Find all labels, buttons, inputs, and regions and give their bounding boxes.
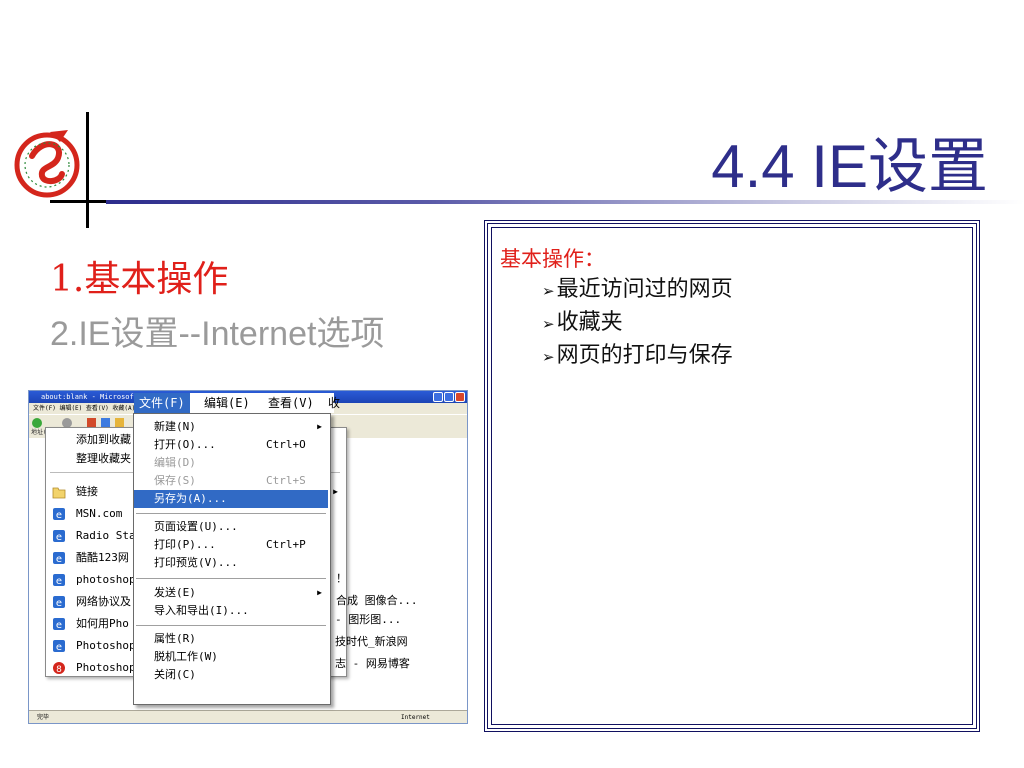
menu-item-send[interactable]: 发送(E) ▶: [134, 584, 328, 602]
ie-page-icon: e: [53, 574, 65, 587]
svg-text:e: e: [56, 576, 62, 587]
slide-title: 4.4 IE设置: [711, 133, 988, 200]
menu-item-close[interactable]: 关闭(C): [134, 666, 328, 684]
bullet-recent-pages: ➢最近访问过的网页: [542, 277, 733, 302]
content-box: 基本操作： ➢最近访问过的网页 ➢收藏夹 ➢网页的打印与保存: [484, 220, 980, 732]
menu-item-properties[interactable]: 属性(R): [134, 630, 328, 648]
header-vertical-rule: [86, 112, 89, 228]
menu-file[interactable]: 文件(F): [134, 393, 190, 413]
svg-text:e: e: [56, 642, 62, 653]
submenu-arrow-icon: ▶: [333, 487, 338, 496]
menu-edit[interactable]: 编辑(E): [204, 393, 250, 413]
favorites-fragment: 合成 图像合...: [336, 594, 418, 607]
ie-status-bar: 完毕 Internet: [29, 710, 467, 723]
ie-page-icon: e: [53, 552, 65, 565]
box-heading: 基本操作：: [500, 247, 605, 271]
menu-item-import-export[interactable]: 导入和导出(I)...: [134, 602, 328, 620]
menu-separator: [136, 513, 326, 514]
ie-page-icon: e: [53, 508, 65, 521]
arrow-bullet-icon: ➢: [542, 315, 555, 333]
submenu-arrow-icon: ▶: [317, 422, 322, 431]
submenu-arrow-icon: ▶: [317, 588, 322, 597]
menu-item-edit: 编辑(D): [154, 456, 196, 469]
menu-separator: [136, 578, 326, 579]
menu-favorites[interactable]: 收: [328, 393, 340, 413]
menu-item-print-preview[interactable]: 打印预览(V)...: [134, 554, 328, 572]
svg-text:8: 8: [56, 665, 62, 675]
outline-item-basic-operations: 1.基本操作: [50, 259, 229, 300]
svg-text:e: e: [56, 554, 62, 565]
favorites-fragment: 志 - 网易博客: [335, 657, 410, 670]
menu-item-print[interactable]: 打印(P)... Ctrl+P: [134, 536, 328, 554]
svg-text:e: e: [56, 598, 62, 609]
menu-view[interactable]: 查看(V): [268, 393, 314, 413]
svg-text:e: e: [56, 532, 62, 543]
bullet-favorites: ➢收藏夹: [542, 310, 623, 335]
outline-item-ie-settings: 2.IE设置--Internet选项: [50, 315, 385, 353]
favorites-fragment: ！: [336, 572, 347, 585]
favorites-fragment: 技时代_新浪网: [335, 635, 408, 648]
logo-icon: [14, 130, 80, 198]
ie-page-icon: e: [53, 640, 65, 653]
netease-blog-icon: 8: [53, 662, 65, 675]
minimize-icon[interactable]: [433, 392, 443, 402]
ie-screenshot: about:blank - Microsoft Inte 文件(F) 编辑(E)…: [28, 390, 468, 724]
header-cross-rule: [50, 200, 106, 203]
menu-item-save: 保存(S) Ctrl+S: [154, 474, 306, 487]
arrow-bullet-icon: ➢: [542, 348, 555, 366]
status-zone: Internet: [401, 714, 430, 721]
arrow-bullet-icon: ➢: [542, 282, 555, 300]
menu-item-new[interactable]: 新建(N) ▶: [134, 418, 328, 436]
menu-separator: [136, 625, 326, 626]
menu-item-save-as[interactable]: 另存为(A)...: [134, 490, 328, 508]
folder-icon: [52, 487, 66, 499]
close-icon[interactable]: [455, 392, 465, 402]
ie-page-icon: e: [53, 530, 65, 543]
menu-item-page-setup[interactable]: 页面设置(U)...: [134, 518, 328, 536]
svg-text:e: e: [56, 510, 62, 521]
status-text: 完毕: [37, 714, 50, 721]
menu-item-work-offline[interactable]: 脱机工作(W): [134, 648, 328, 666]
ie-page-icon: e: [53, 596, 65, 609]
file-menu-bar: 文件(F) 编辑(E) 查看(V) 收: [134, 393, 340, 413]
bullet-print-save: ➢网页的打印与保存: [542, 343, 733, 368]
svg-text:e: e: [56, 620, 62, 631]
file-menu-dropdown: 新建(N) ▶ 打开(O)... Ctrl+O 编辑(D) 保存(S) Ctrl…: [133, 413, 331, 705]
maximize-icon[interactable]: [444, 392, 454, 402]
menu-item-open[interactable]: 打开(O)... Ctrl+O: [134, 436, 328, 454]
ie-page-icon: e: [53, 618, 65, 631]
favorites-fragment: - 图形图...: [335, 613, 402, 626]
